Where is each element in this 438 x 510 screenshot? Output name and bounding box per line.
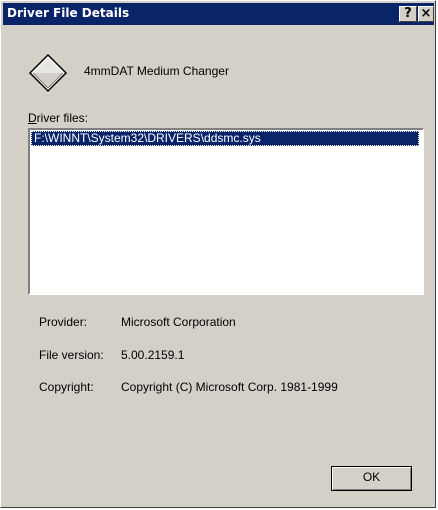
copyright-label: Copyright: (39, 380, 94, 394)
diamond-device-icon (28, 53, 68, 93)
file-version-value: 5.00.2159.1 (121, 348, 185, 362)
file-version-label: File version: (39, 348, 104, 362)
window-title: Driver File Details (7, 6, 130, 20)
title-bar[interactable]: Driver File Details ? × (3, 3, 434, 25)
provider-label: Provider: (39, 315, 88, 329)
driver-files-label: Driver files: (28, 111, 88, 125)
driver-files-label-text: river files: (36, 111, 89, 125)
driver-file-details-dialog: Driver File Details ? × 4mmDAT Medium Ch… (0, 0, 436, 508)
copyright-value: Copyright (C) Microsoft Corp. 1981-1999 (121, 380, 338, 394)
close-button[interactable]: × (418, 6, 434, 22)
driver-files-label-mnemonic: D (28, 111, 37, 125)
device-name: 4mmDAT Medium Changer (84, 64, 229, 78)
ok-button[interactable]: OK (331, 466, 412, 491)
help-button[interactable]: ? (399, 6, 417, 22)
list-item[interactable]: F:\WINNT\System32\DRIVERS\ddsmc.sys (31, 131, 419, 146)
driver-files-list[interactable]: F:\WINNT\System32\DRIVERS\ddsmc.sys (28, 128, 424, 295)
provider-value: Microsoft Corporation (121, 315, 236, 329)
